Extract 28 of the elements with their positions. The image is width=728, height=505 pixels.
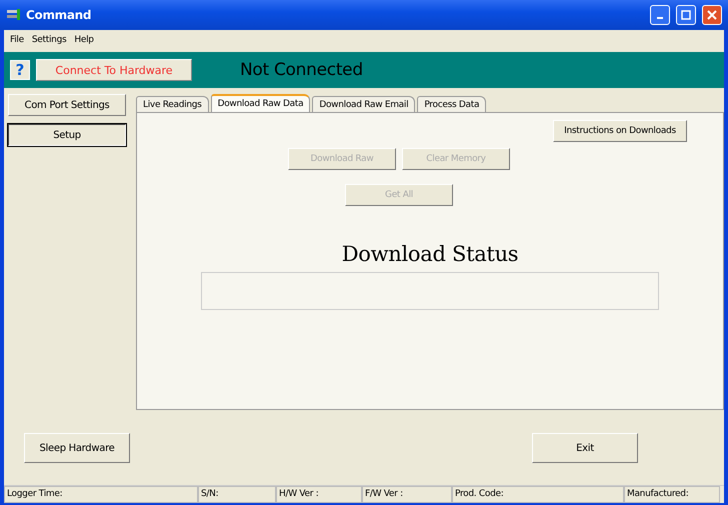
tab[interactable]: Download Raw Email — [312, 96, 416, 112]
status-bar-field: Logger Time: — [4, 486, 198, 503]
tab[interactable]: Download Raw Data — [210, 94, 310, 112]
close-button[interactable] — [702, 5, 722, 25]
status-bar-field: F/W Ver : — [362, 486, 452, 503]
download-status-title: Download Status — [342, 242, 518, 266]
tab[interactable]: Live Readings — [136, 96, 209, 112]
help-button[interactable]: ? — [10, 60, 30, 80]
connection-status: Not Connected — [240, 60, 363, 80]
close-icon — [707, 10, 717, 20]
tab[interactable]: Process Data — [417, 96, 486, 112]
status-bar-field: S/N: — [198, 486, 276, 503]
instructions-button[interactable]: Instructions on Downloads — [553, 120, 687, 142]
sleep-hardware-button[interactable]: Sleep Hardware — [24, 433, 130, 463]
maximize-button[interactable] — [676, 5, 696, 25]
sidebar-button[interactable]: Setup — [8, 124, 126, 146]
status-bar-field: H/W Ver : — [276, 486, 362, 503]
status-bar-field: Manufactured: — [624, 486, 720, 503]
menu-item[interactable]: Help — [74, 35, 94, 45]
window-title: Command — [26, 8, 92, 22]
status-bar-field: Prod. Code: — [452, 486, 624, 503]
sidebar-button[interactable]: Com Port Settings — [8, 94, 126, 116]
exit-button[interactable]: Exit — [532, 433, 638, 463]
app-icon — [6, 8, 22, 22]
minimize-button[interactable] — [650, 5, 670, 25]
menu-item[interactable]: Settings — [32, 35, 66, 45]
menu-item[interactable]: File — [10, 35, 24, 45]
maximize-icon — [681, 10, 691, 20]
